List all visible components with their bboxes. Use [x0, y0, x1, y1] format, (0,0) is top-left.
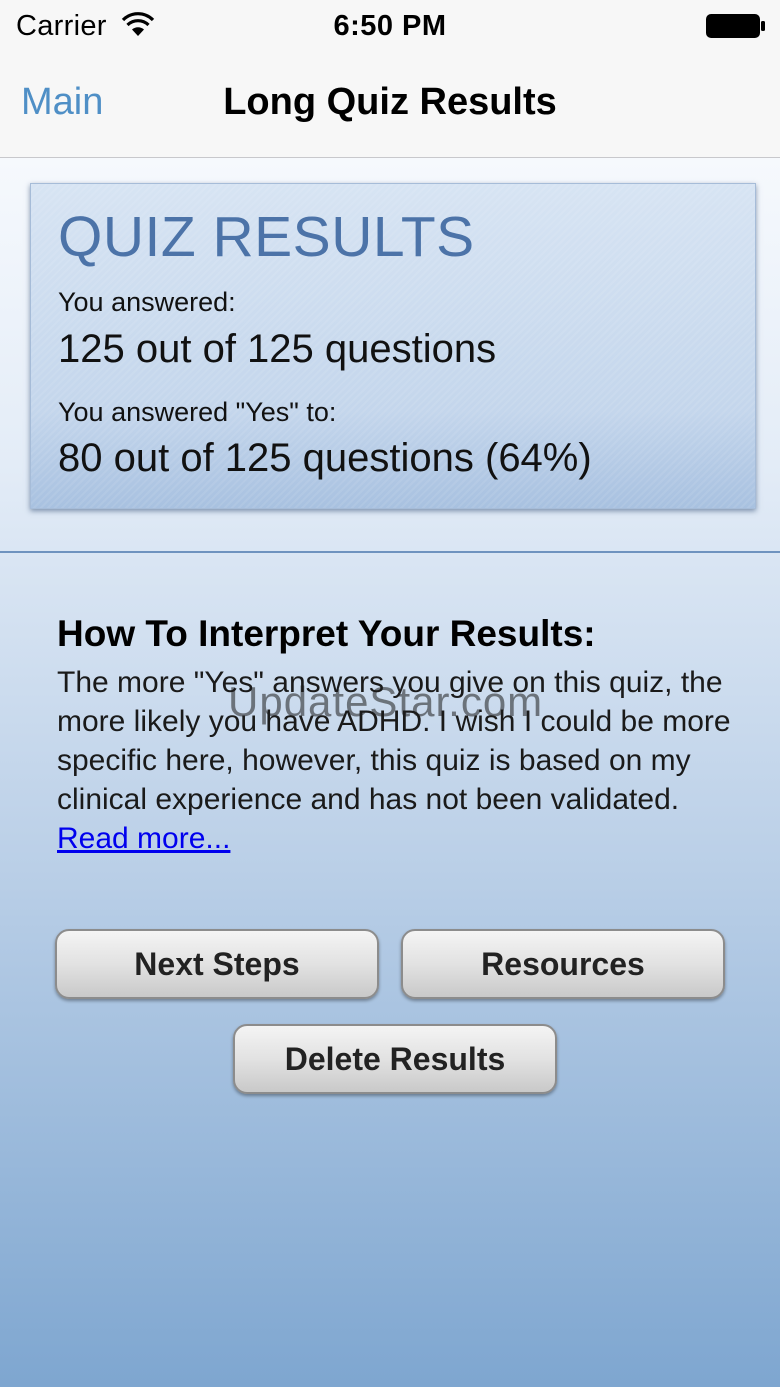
read-more-link[interactable]: Read more... [57, 822, 230, 855]
battery-icon [706, 14, 765, 38]
answered-label: You answered: [58, 287, 236, 317]
section-divider [0, 551, 780, 553]
yes-value: 80 out of 125 questions (64%) [58, 436, 592, 480]
quiz-results-card: QUIZ RESULTS You answered: 125 out of 12… [30, 183, 756, 509]
delete-results-button[interactable]: Delete Results [233, 1024, 557, 1094]
content-area: QUIZ RESULTS You answered: 125 out of 12… [0, 158, 780, 1387]
resources-button[interactable]: Resources [401, 929, 725, 999]
yes-label: You answered "Yes" to: [58, 397, 337, 427]
next-steps-button[interactable]: Next Steps [55, 929, 379, 999]
results-title: QUIZ RESULTS [58, 205, 475, 269]
watermark: UpdateStar.com [228, 678, 544, 725]
status-bar: Carrier 6:50 PM [0, 0, 780, 52]
answered-value: 125 out of 125 questions [58, 327, 497, 371]
status-time: 6:50 PM [333, 10, 447, 42]
interpret-heading: How To Interpret Your Results: [57, 613, 596, 654]
page-title: Long Quiz Results [223, 81, 557, 123]
navigation-bar: Main Long Quiz Results [0, 52, 780, 158]
